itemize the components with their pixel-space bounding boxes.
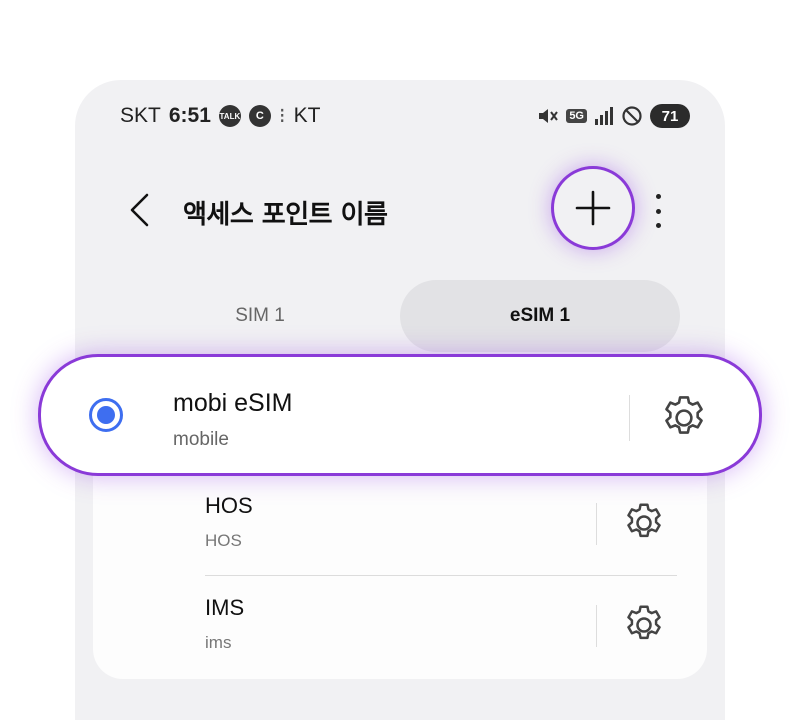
- selected-apn-item[interactable]: mobi eSIM mobile: [38, 354, 762, 476]
- plus-icon: [575, 190, 611, 226]
- second-carrier-label: KT: [293, 104, 321, 127]
- mute-icon: [539, 109, 559, 123]
- selected-radio-button[interactable]: [89, 398, 123, 432]
- no-sim-icon: [622, 106, 642, 126]
- apn-name: mobi eSIM: [173, 389, 293, 417]
- sim-tabs: SIM 1 eSIM 1: [120, 280, 680, 352]
- apn-name: IMS: [205, 595, 245, 620]
- row-divider: [205, 575, 677, 576]
- apn-value: HOS: [205, 531, 242, 550]
- divider: [596, 503, 597, 545]
- list-item[interactable]: HOS HOS: [205, 475, 677, 575]
- apn-name: HOS: [205, 493, 253, 518]
- c-app-icon: C: [248, 105, 271, 127]
- gear-icon[interactable]: [658, 392, 710, 444]
- divider: [629, 395, 630, 441]
- carrier-label: SKT: [120, 104, 161, 127]
- status-bar: SKT 6:51 TALK C ⁝ KT 5G 71: [120, 102, 690, 130]
- kakaotalk-icon: TALK: [218, 105, 241, 127]
- back-arrow-icon[interactable]: [125, 192, 155, 228]
- page-title: 액세스 포인트 이름: [183, 200, 388, 230]
- tab-sim1[interactable]: SIM 1: [120, 280, 400, 352]
- gear-icon[interactable]: [621, 500, 667, 546]
- apn-list-card: HOS HOS IMS ims: [93, 475, 707, 679]
- more-options-icon[interactable]: [650, 194, 666, 228]
- tab-esim1[interactable]: eSIM 1: [400, 280, 680, 352]
- apn-value: mobile: [173, 429, 229, 450]
- list-item[interactable]: IMS ims: [205, 577, 677, 677]
- carrier-separator-icon: ⁝: [278, 104, 286, 128]
- divider: [596, 605, 597, 647]
- apn-value: ims: [205, 633, 232, 652]
- add-apn-button[interactable]: [551, 166, 635, 250]
- battery-icon: 71: [650, 104, 690, 128]
- gear-icon[interactable]: [621, 602, 667, 648]
- signal-icon: [595, 107, 613, 125]
- clock: 6:51: [168, 104, 211, 127]
- network-5g-icon: 5G: [566, 109, 587, 123]
- app-bar: 액세스 포인트 이름: [75, 166, 725, 250]
